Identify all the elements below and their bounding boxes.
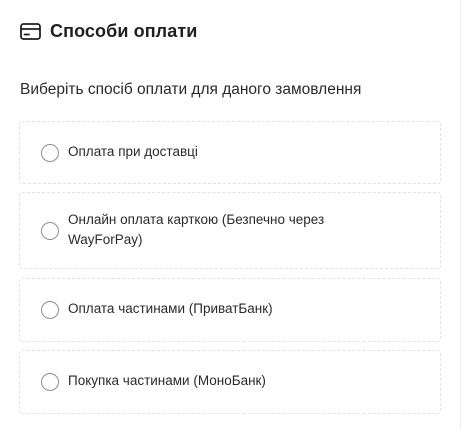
credit-card-icon [19, 20, 41, 42]
section-title: Способи оплати [50, 20, 198, 41]
payment-option-label: Покупка частинами (МоноБанк) [68, 373, 266, 388]
payment-option-label: Онлайн оплата карткою (Безпечно через Wa… [68, 212, 325, 247]
payment-methods-panel: Способи оплати Виберіть спосіб оплати дл… [0, 0, 461, 430]
radio-button[interactable] [41, 373, 59, 391]
radio-button[interactable] [41, 301, 59, 319]
payment-option-cash-on-delivery[interactable]: Оплата при доставці [19, 121, 441, 184]
payment-option-label: Оплата при доставці [68, 144, 198, 159]
payment-option-label: Оплата частинами (ПриватБанк) [68, 301, 273, 316]
payment-option-monobank-installments[interactable]: Покупка частинами (МоноБанк) [19, 350, 441, 414]
payment-option-card-online[interactable]: Онлайн оплата карткою (Безпечно через Wa… [19, 192, 441, 269]
radio-button[interactable] [41, 222, 59, 240]
payment-option-privatbank-installments[interactable]: Оплата частинами (ПриватБанк) [19, 278, 441, 342]
radio-button[interactable] [41, 144, 59, 162]
section-header: Способи оплати [19, 19, 197, 43]
section-subtitle: Виберіть спосіб оплати для даного замовл… [20, 81, 362, 98]
